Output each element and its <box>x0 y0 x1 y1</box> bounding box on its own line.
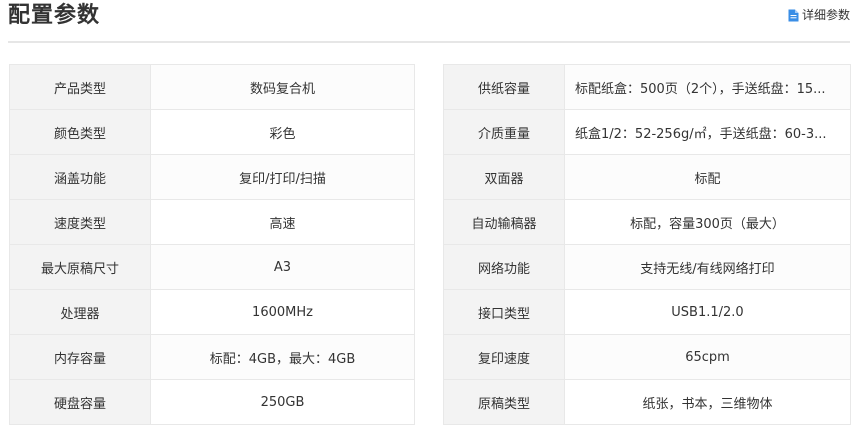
page-title: 配置参数 <box>8 3 101 28</box>
spec-value: 复印/打印/扫描 <box>150 154 415 200</box>
header-divider <box>8 41 850 43</box>
detail-params-label[interactable]: 详细参数 <box>802 7 850 23</box>
spec-label: 原稿类型 <box>443 379 565 425</box>
spec-label: 复印速度 <box>443 334 565 380</box>
table-row: 速度类型 高速 <box>9 199 415 245</box>
spec-label: 供纸容量 <box>443 64 565 110</box>
spec-label: 自动输稿器 <box>443 199 565 245</box>
table-row: 介质重量 纸盒1/2：52-256g/㎡，手送纸盘：60-3... <box>443 109 851 155</box>
spec-label: 最大原稿尺寸 <box>9 244 151 290</box>
table-row: 原稿类型 纸张，书本，三维物体 <box>443 379 851 425</box>
document-icon <box>788 9 799 21</box>
table-row: 处理器 1600MHz <box>9 289 415 335</box>
spec-label: 接口类型 <box>443 289 565 335</box>
spec-value: 支持无线/有线网络打印 <box>564 244 851 290</box>
spec-value: 纸张，书本，三维物体 <box>564 379 851 425</box>
table-row: 网络功能 支持无线/有线网络打印 <box>443 244 851 290</box>
spec-label: 硬盘容量 <box>9 379 151 425</box>
table-row: 供纸容量 标配纸盒：500页（2个），手送纸盘：15... <box>443 64 851 110</box>
spec-label: 涵盖功能 <box>9 154 151 200</box>
table-row: 颜色类型 彩色 <box>9 109 415 155</box>
table-row: 涵盖功能 复印/打印/扫描 <box>9 154 415 200</box>
table-row: 产品类型 数码复合机 <box>9 64 415 110</box>
spec-label: 产品类型 <box>9 64 151 110</box>
table-row: 自动输稿器 标配，容量300页（最大） <box>443 199 851 245</box>
section-header: 配置参数 详细参数 <box>0 0 860 44</box>
spec-value: 标配 <box>564 154 851 200</box>
table-row: 内存容量 标配：4GB，最大：4GB <box>9 334 415 380</box>
spec-value: A3 <box>150 244 415 290</box>
spec-table-right: 供纸容量 标配纸盒：500页（2个），手送纸盘：15... 介质重量 纸盒1/2… <box>443 64 851 425</box>
spec-value: 高速 <box>150 199 415 245</box>
table-row: 双面器 标配 <box>443 154 851 200</box>
spec-value: USB1.1/2.0 <box>564 289 851 335</box>
spec-value: 纸盒1/2：52-256g/㎡，手送纸盘：60-3... <box>564 109 851 155</box>
table-row: 硬盘容量 250GB <box>9 379 415 425</box>
spec-label: 双面器 <box>443 154 565 200</box>
spec-label: 处理器 <box>9 289 151 335</box>
spec-table-left: 产品类型 数码复合机 颜色类型 彩色 涵盖功能 复印/打印/扫描 速度类型 高速… <box>9 64 415 425</box>
spec-label: 速度类型 <box>9 199 151 245</box>
spec-label: 内存容量 <box>9 334 151 380</box>
spec-value: 250GB <box>150 379 415 425</box>
spec-value: 65cpm <box>564 334 851 380</box>
detail-params-link[interactable]: 详细参数 <box>788 7 850 23</box>
spec-value: 标配：4GB，最大：4GB <box>150 334 415 380</box>
table-row: 最大原稿尺寸 A3 <box>9 244 415 290</box>
spec-label: 网络功能 <box>443 244 565 290</box>
table-row: 接口类型 USB1.1/2.0 <box>443 289 851 335</box>
spec-value: 标配纸盒：500页（2个），手送纸盘：15... <box>564 64 851 110</box>
spec-value: 数码复合机 <box>150 64 415 110</box>
spec-label: 颜色类型 <box>9 109 151 155</box>
spec-value: 彩色 <box>150 109 415 155</box>
table-row: 复印速度 65cpm <box>443 334 851 380</box>
spec-value: 标配，容量300页（最大） <box>564 199 851 245</box>
spec-value: 1600MHz <box>150 289 415 335</box>
spec-label: 介质重量 <box>443 109 565 155</box>
